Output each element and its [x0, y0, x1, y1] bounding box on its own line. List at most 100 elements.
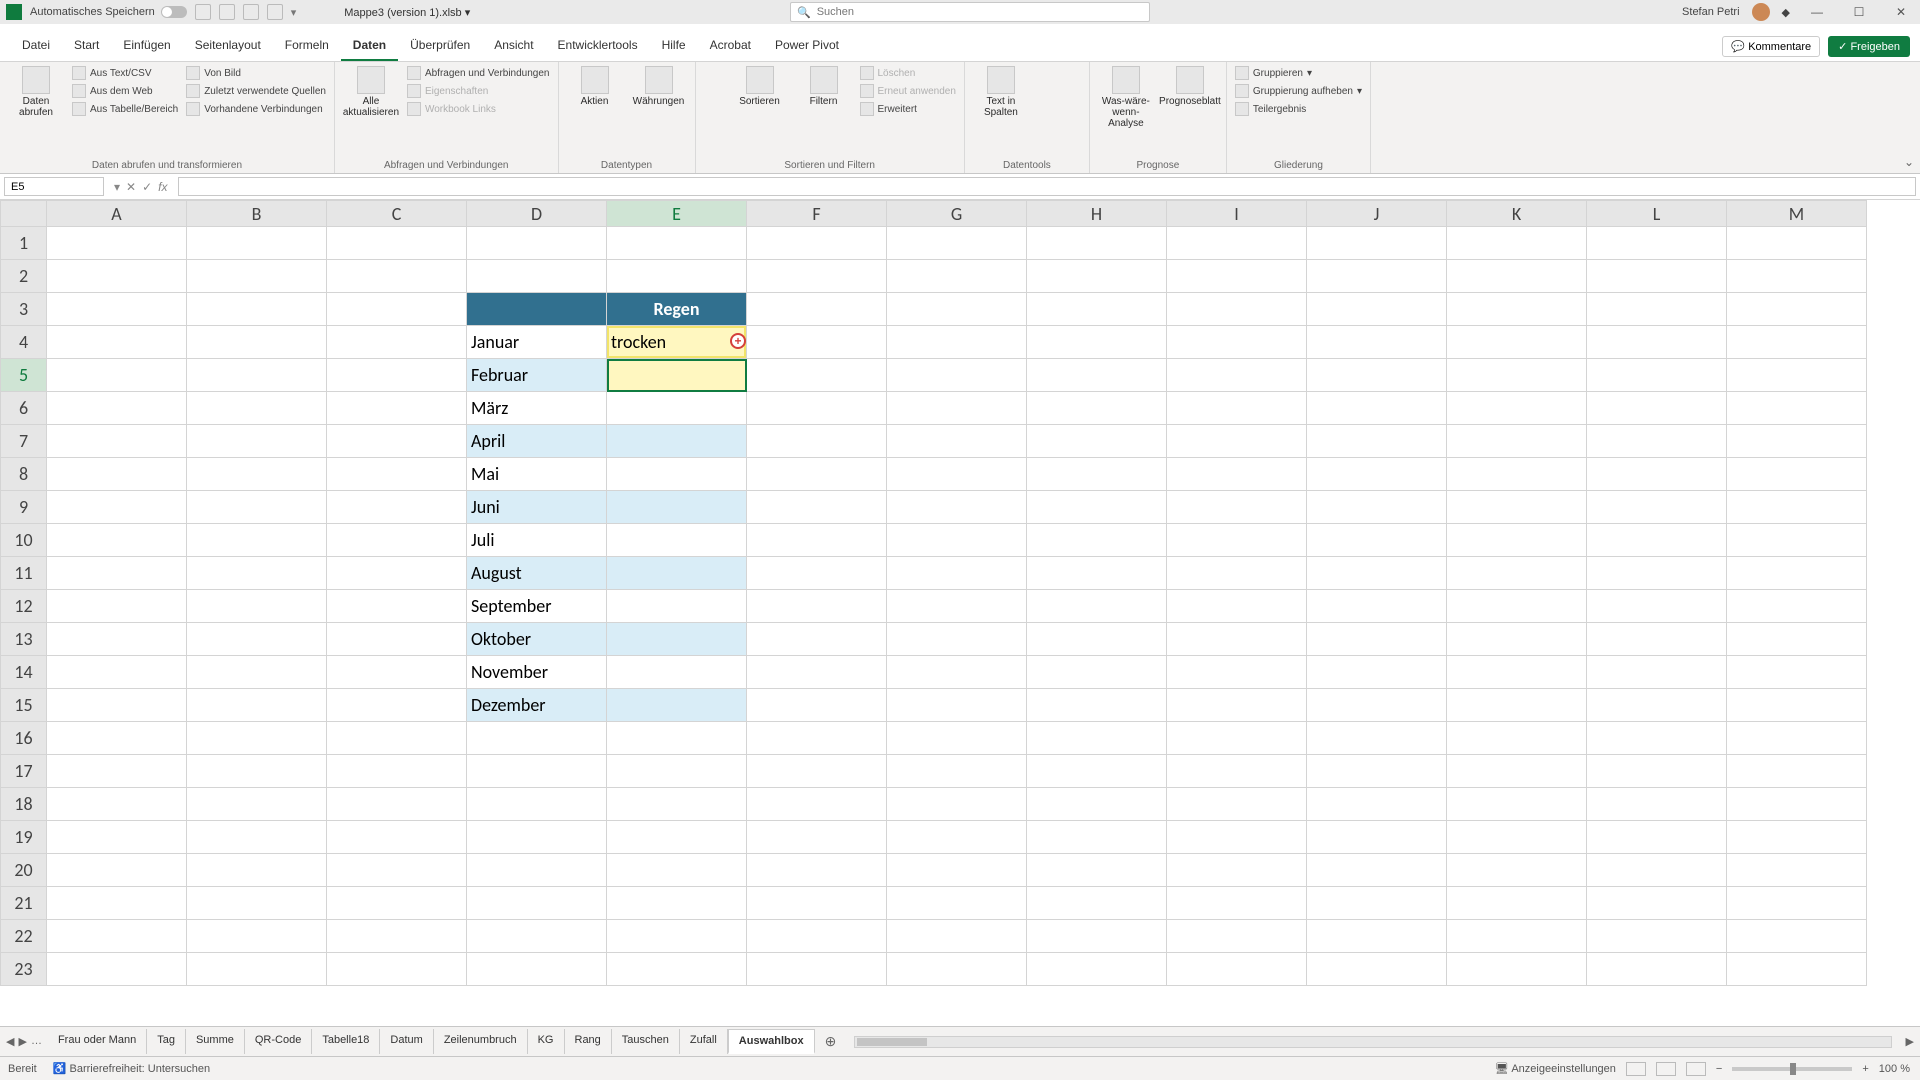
cell[interactable]: [47, 524, 187, 557]
cell[interactable]: [187, 953, 327, 986]
cell[interactable]: [887, 260, 1027, 293]
cell[interactable]: [1447, 788, 1587, 821]
cell[interactable]: April: [467, 425, 607, 458]
formula-input[interactable]: [178, 177, 1917, 196]
row-header[interactable]: 16: [1, 722, 47, 755]
add-sheet-button[interactable]: ⊕: [815, 1033, 847, 1050]
cell[interactable]: [327, 920, 467, 953]
display-settings[interactable]: 🖥 Anzeigeeinstellungen: [1495, 1062, 1616, 1075]
cell[interactable]: [1447, 491, 1587, 524]
column-header[interactable]: G: [887, 201, 1027, 227]
cell[interactable]: [747, 557, 887, 590]
autosave-toggle[interactable]: Automatisches Speichern: [30, 6, 187, 18]
cell[interactable]: [1727, 293, 1867, 326]
qat-more-icon[interactable]: ▾: [291, 6, 297, 19]
cell[interactable]: [1727, 359, 1867, 392]
tab-seitenlayout[interactable]: Seitenlayout: [183, 31, 273, 61]
validation-icon[interactable]: [1037, 90, 1057, 110]
cell[interactable]: [1727, 920, 1867, 953]
cell[interactable]: [1307, 689, 1447, 722]
cell[interactable]: [607, 524, 747, 557]
sheet-tab[interactable]: Frau oder Mann: [48, 1029, 147, 1054]
tab-nav-more-icon[interactable]: …: [31, 1035, 42, 1048]
cell[interactable]: [1727, 524, 1867, 557]
cell[interactable]: [47, 920, 187, 953]
cell[interactable]: [1027, 920, 1167, 953]
cell[interactable]: [1447, 524, 1587, 557]
cell[interactable]: [887, 425, 1027, 458]
cell[interactable]: [1307, 854, 1447, 887]
cell[interactable]: [1307, 359, 1447, 392]
cell[interactable]: [1307, 491, 1447, 524]
cell[interactable]: [1447, 392, 1587, 425]
cell[interactable]: [1447, 623, 1587, 656]
cell[interactable]: [1307, 524, 1447, 557]
cell[interactable]: [187, 920, 327, 953]
cell[interactable]: [47, 887, 187, 920]
cell[interactable]: [1307, 458, 1447, 491]
tab-daten[interactable]: Daten: [341, 31, 398, 61]
column-header[interactable]: M: [1727, 201, 1867, 227]
tab-datei[interactable]: Datei: [10, 31, 62, 61]
cell[interactable]: Oktober: [467, 623, 607, 656]
column-header[interactable]: K: [1447, 201, 1587, 227]
cell[interactable]: [1727, 722, 1867, 755]
cell[interactable]: [327, 656, 467, 689]
cell[interactable]: [327, 623, 467, 656]
cell[interactable]: [1727, 788, 1867, 821]
cell[interactable]: [607, 359, 747, 392]
row-header[interactable]: 15: [1, 689, 47, 722]
cell[interactable]: [1727, 260, 1867, 293]
tab-überprüfen[interactable]: Überprüfen: [398, 31, 482, 61]
worksheet-grid[interactable]: ABCDEFGHIJKLM123Regen4Januartrocken+5Feb…: [0, 200, 1920, 1026]
row-header[interactable]: 10: [1, 524, 47, 557]
cell[interactable]: [187, 359, 327, 392]
row-header[interactable]: 21: [1, 887, 47, 920]
cell[interactable]: [1027, 887, 1167, 920]
cell[interactable]: [1447, 689, 1587, 722]
column-header[interactable]: A: [47, 201, 187, 227]
remove-dup-icon[interactable]: [1061, 66, 1081, 86]
from-web[interactable]: Aus dem Web: [72, 84, 178, 98]
cell[interactable]: [467, 788, 607, 821]
cell[interactable]: [1167, 458, 1307, 491]
cell[interactable]: [887, 227, 1027, 260]
recent-sources[interactable]: Zuletzt verwendete Quellen: [186, 84, 326, 98]
ungroup-rows[interactable]: Gruppierung aufheben ▾: [1235, 84, 1362, 98]
cell[interactable]: [607, 821, 747, 854]
row-header[interactable]: 2: [1, 260, 47, 293]
cell[interactable]: [1727, 656, 1867, 689]
tab-power pivot[interactable]: Power Pivot: [763, 31, 851, 61]
text-to-columns-button[interactable]: Text in Spalten: [973, 66, 1029, 118]
from-text-csv[interactable]: Aus Text/CSV: [72, 66, 178, 80]
flashfill-icon[interactable]: [1037, 66, 1057, 86]
data-validation-handle-icon[interactable]: +: [730, 333, 748, 351]
row-header[interactable]: 1: [1, 227, 47, 260]
cell[interactable]: [1447, 425, 1587, 458]
tab-nav-next-icon[interactable]: ▶: [18, 1035, 26, 1048]
cell[interactable]: [607, 425, 747, 458]
camera-icon[interactable]: [267, 4, 283, 20]
cell[interactable]: [467, 755, 607, 788]
row-header[interactable]: 12: [1, 590, 47, 623]
cell[interactable]: [747, 458, 887, 491]
cell[interactable]: [327, 293, 467, 326]
forecast-button[interactable]: Prognoseblatt: [1162, 66, 1218, 107]
cell[interactable]: [47, 656, 187, 689]
cell[interactable]: [187, 557, 327, 590]
cell[interactable]: [1587, 293, 1727, 326]
cell[interactable]: [187, 722, 327, 755]
cell[interactable]: [1587, 392, 1727, 425]
cell[interactable]: [1027, 293, 1167, 326]
cell[interactable]: [47, 359, 187, 392]
cell[interactable]: [607, 854, 747, 887]
sort-desc-icon[interactable]: [704, 88, 724, 108]
cell[interactable]: [1027, 260, 1167, 293]
cell[interactable]: [1167, 590, 1307, 623]
cell[interactable]: [1307, 260, 1447, 293]
cell[interactable]: [887, 392, 1027, 425]
currencies-button[interactable]: Währungen: [631, 66, 687, 107]
normal-view-icon[interactable]: [1626, 1062, 1646, 1076]
cell[interactable]: [327, 326, 467, 359]
user-name[interactable]: Stefan Petri: [1682, 6, 1739, 18]
